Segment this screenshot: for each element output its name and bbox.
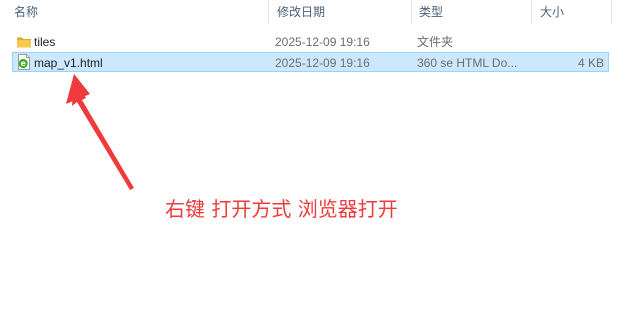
- file-explorer-window: 名称 ⌃ 修改日期 类型 大小 tiles 2025-12-09 19:16 文…: [0, 0, 633, 329]
- annotation-arrow: [66, 74, 134, 190]
- annotation-text: 右键 打开方式 浏览器打开: [165, 197, 398, 221]
